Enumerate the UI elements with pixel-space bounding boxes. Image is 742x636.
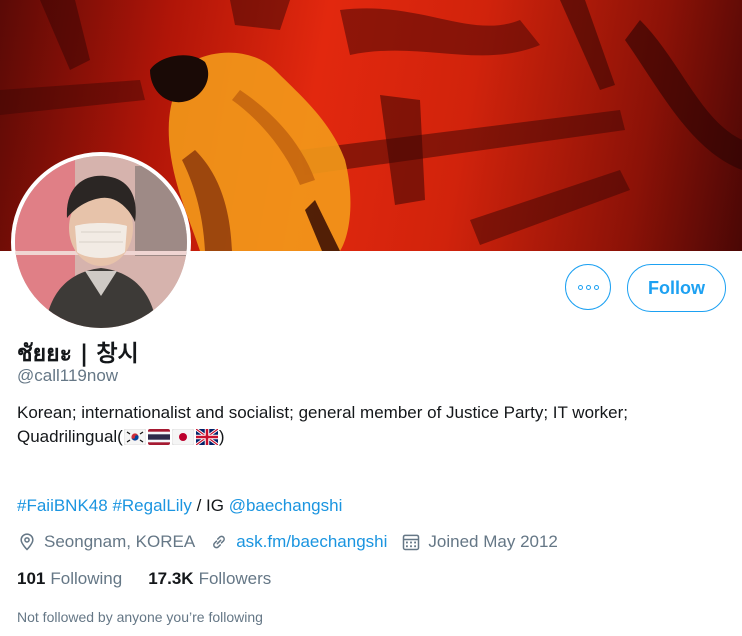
follow-button[interactable]: Follow [627,264,726,312]
bio-languages-close: ) [218,427,225,446]
followers-you-know: Not followed by anyone you’re following [17,609,263,625]
more-icon [577,284,599,290]
ig-mention-link[interactable]: @baechangshi [229,496,343,515]
bio-text: Korean; internationalist and socialist; … [17,403,629,422]
hashtag-link[interactable]: #RegalLily [112,496,191,515]
followers-label: Followers [198,569,272,588]
join-date-text: Joined May 2012 [428,532,558,551]
website-link[interactable]: ask.fm/baechangshi [236,532,387,552]
japan-flag-icon [171,428,195,446]
location-pin-icon [20,533,34,551]
location-text: Seongnam, KOREA [44,532,196,551]
followers-count-link[interactable]: 17.3K Followers [148,569,271,589]
south-korea-flag-icon [123,428,147,446]
website: ask.fm/baechangshi [209,532,387,552]
location: Seongnam, KOREA [17,532,195,552]
hashtag-link[interactable]: #FaiiBNK48 [17,496,108,515]
following-count: 101 [17,569,46,588]
ig-separator: / IG [191,496,229,515]
more-button[interactable] [565,264,611,310]
avatar[interactable] [11,152,191,332]
bio-links: #FaiiBNK48 #RegalLily / IG @baechangshi [17,496,342,516]
profile-meta: Seongnam, KOREA ask.fm/baechangshi Joine… [17,532,572,552]
link-icon [213,535,226,549]
following-count-link[interactable]: 101 Following [17,569,122,589]
profile-bio: Korean; internationalist and socialist; … [17,401,717,449]
username-handle: @call119now [17,366,119,385]
thailand-flag-icon [147,428,170,445]
profile-stats: 101 Following 17.3K Followers [17,569,297,589]
bio-languages-label: Quadrilingual( [17,427,123,446]
followers-count: 17.3K [148,569,194,588]
uk-flag-icon [194,427,219,447]
join-date: Joined May 2012 [401,532,558,552]
following-label: Following [50,569,123,588]
calendar-icon [403,534,420,551]
